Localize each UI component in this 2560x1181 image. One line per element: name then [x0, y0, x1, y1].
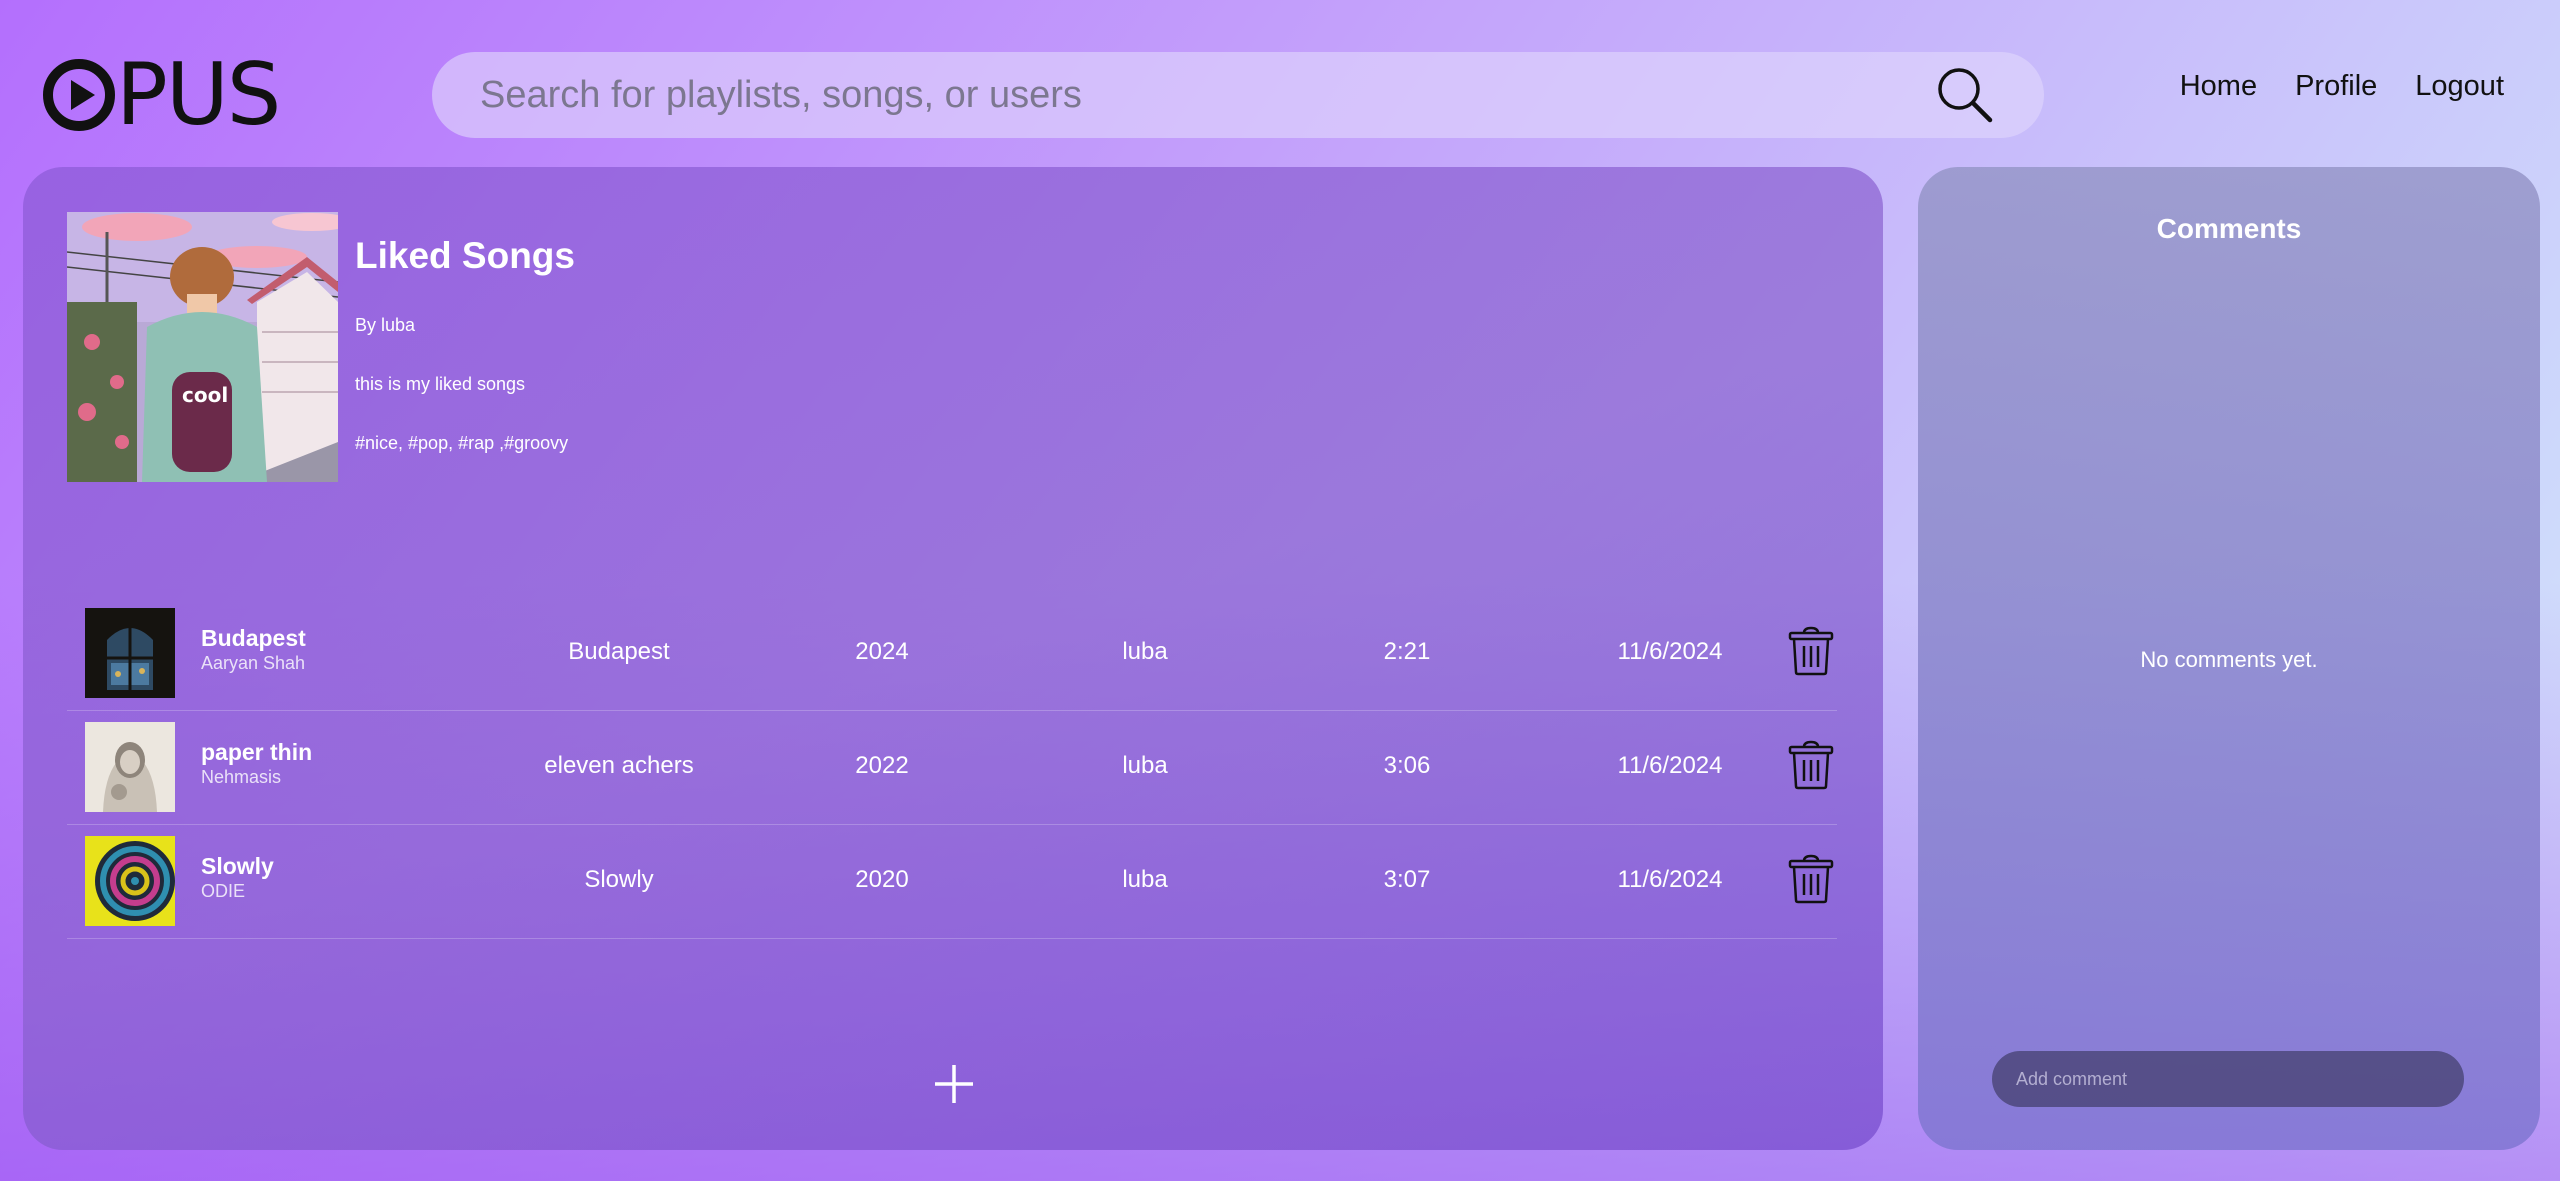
nav-profile-link[interactable]: Profile — [2295, 70, 2377, 103]
playlist-panel: cool Liked Songs By luba this is my like… — [23, 167, 1883, 1150]
trash-icon — [1788, 740, 1834, 790]
song-duration: 2:21 — [1383, 638, 1431, 665]
search-button[interactable] — [1930, 60, 2000, 130]
play-circle-icon — [43, 59, 115, 131]
add-song-button[interactable] — [929, 1059, 979, 1109]
search-icon — [1938, 68, 1993, 123]
song-album: Budapest — [568, 638, 670, 665]
delete-song-button[interactable] — [1787, 626, 1835, 676]
song-title[interactable]: Slowly — [201, 853, 274, 880]
search-input[interactable] — [432, 52, 1930, 138]
song-title[interactable]: Budapest — [201, 625, 306, 652]
song-added-by: luba — [1122, 752, 1168, 779]
song-year: 2022 — [855, 752, 909, 779]
nav-home-link[interactable]: Home — [2180, 70, 2257, 103]
song-row[interactable]: Budapest Aaryan Shah Budapest 2024 luba … — [67, 597, 1837, 711]
delete-song-button[interactable] — [1787, 740, 1835, 790]
playlist-info: Liked Songs By luba this is my liked son… — [355, 235, 575, 492]
song-duration: 3:06 — [1383, 752, 1431, 779]
comments-panel: Comments No comments yet. — [1918, 167, 2540, 1150]
playlist-description: this is my liked songs — [355, 374, 526, 394]
song-title[interactable]: paper thin — [201, 739, 312, 766]
song-duration: 3:07 — [1383, 866, 1431, 893]
playlist-title: Liked Songs — [355, 235, 575, 276]
trash-icon — [1788, 626, 1834, 676]
song-album: eleven achers — [544, 752, 694, 779]
song-album: Slowly — [584, 866, 654, 893]
delete-song-button[interactable] — [1787, 854, 1835, 904]
opus-logo[interactable]: PUS — [42, 45, 281, 145]
comments-title: Comments — [2156, 213, 2302, 244]
svg-text:cool: cool — [182, 383, 228, 407]
song-artist[interactable]: ODIE — [201, 881, 245, 902]
song-year: 2024 — [855, 638, 909, 665]
song-row[interactable]: paper thin Nehmasis eleven achers 2022 l… — [67, 711, 1837, 825]
main-nav: Home Profile Logout — [2180, 70, 2504, 103]
logo-text: PUS — [116, 45, 281, 145]
song-row[interactable]: Slowly ODIE Slowly 2020 luba 3:07 11/6/2… — [67, 825, 1837, 939]
song-added-by: luba — [1122, 866, 1168, 893]
add-comment-input[interactable] — [1992, 1051, 2464, 1107]
search-bar — [432, 52, 2044, 138]
song-date-added: 11/6/2024 — [1617, 752, 1723, 779]
song-date-added: 11/6/2024 — [1617, 638, 1723, 665]
song-thumbnail — [85, 722, 175, 812]
no-comments-message: No comments yet. — [2140, 647, 2318, 672]
song-thumbnail — [85, 608, 175, 698]
song-artist[interactable]: Aaryan Shah — [201, 653, 305, 674]
song-thumbnail — [85, 836, 175, 926]
playlist-cover-image: cool — [67, 212, 338, 482]
trash-icon — [1788, 854, 1834, 904]
song-added-by: luba — [1122, 638, 1168, 665]
playlist-tags: #nice, #pop, #rap ,#groovy — [355, 433, 569, 453]
playlist-owner: By luba — [355, 315, 416, 335]
song-list: Budapest Aaryan Shah Budapest 2024 luba … — [67, 597, 1837, 939]
song-artist[interactable]: Nehmasis — [201, 767, 281, 788]
song-year: 2020 — [855, 866, 909, 893]
nav-logout-link[interactable]: Logout — [2415, 70, 2504, 103]
top-header: PUS Home Profile Logout — [0, 0, 2560, 168]
song-date-added: 11/6/2024 — [1617, 866, 1723, 893]
plus-icon — [935, 1065, 973, 1103]
